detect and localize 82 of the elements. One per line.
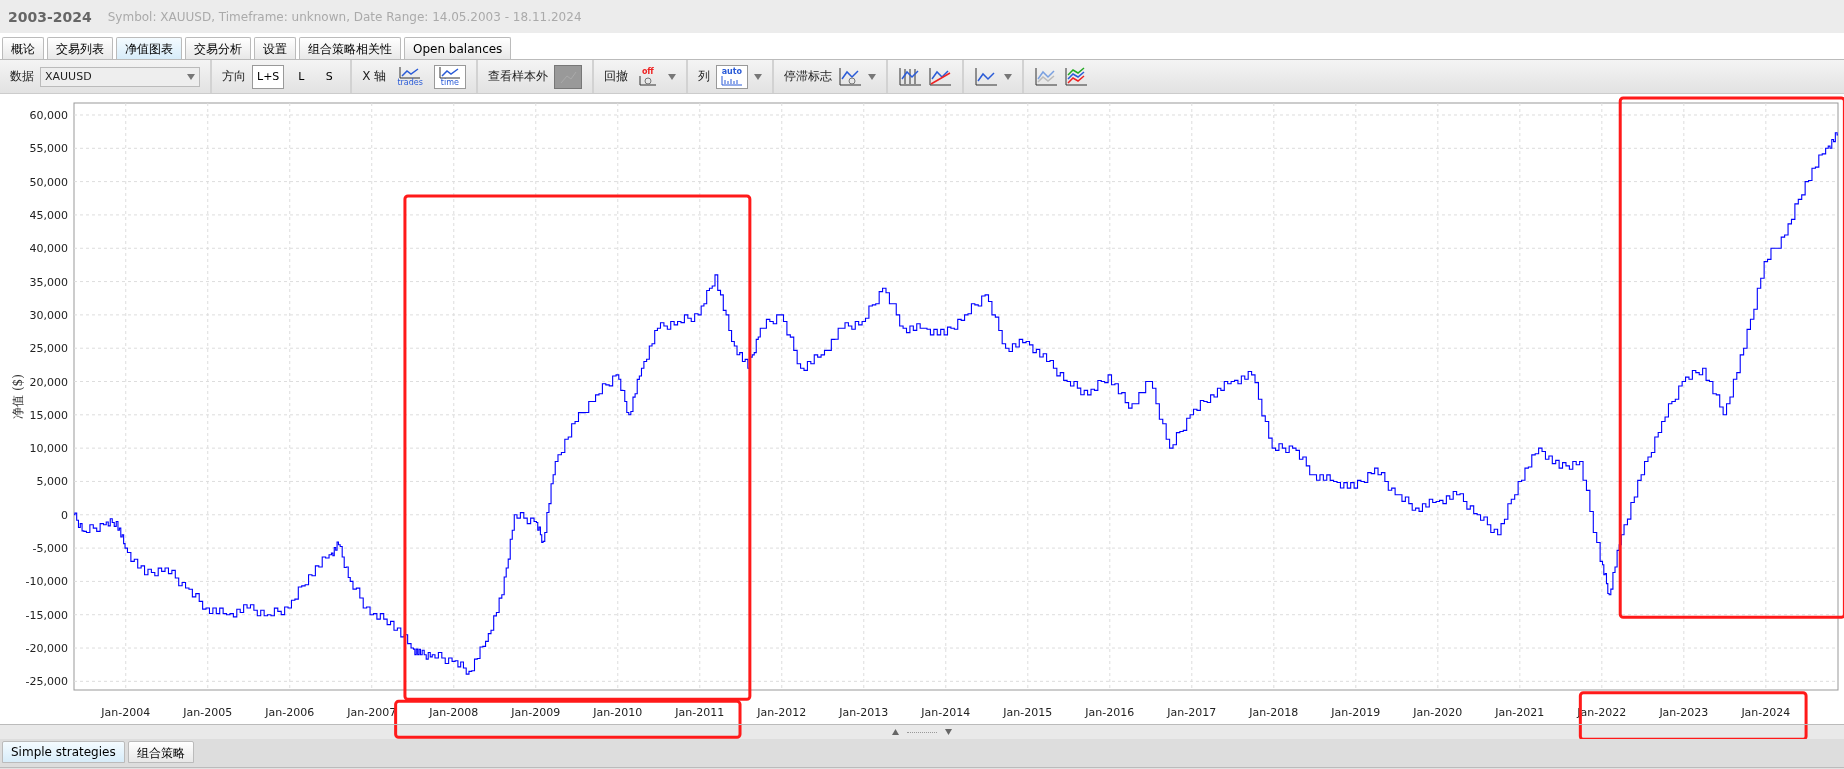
data-label: 数据 bbox=[10, 68, 34, 85]
y-tick-label: 25,000 bbox=[29, 342, 68, 356]
line-chart-icon[interactable] bbox=[837, 66, 862, 87]
window-subtitle: Symbol: XAUUSD, Timeframe: unknown, Date Range: 14.05.2003 - 18.11.2024 bbox=[107, 9, 582, 24]
bar-columns-icon bbox=[720, 76, 743, 86]
x-tick-label: Jan-2018 bbox=[1249, 706, 1299, 719]
tab[interactable]: 交易分析 bbox=[185, 37, 251, 59]
y-tick-label: 15,000 bbox=[29, 408, 68, 422]
line-chart-icon[interactable] bbox=[1033, 66, 1058, 87]
stagnation-label: 停滞标志 bbox=[783, 68, 832, 85]
tab[interactable]: 设置 bbox=[254, 37, 296, 59]
tab[interactable]: Simple strategies bbox=[2, 741, 125, 763]
line-chart-grid-icon[interactable] bbox=[897, 66, 922, 87]
x-tick-label: Jan-2005 bbox=[183, 706, 233, 719]
tab[interactable]: 组合策略 bbox=[127, 741, 194, 763]
chart-toggle[interactable] bbox=[553, 64, 582, 89]
y-tick-label: 0 bbox=[61, 508, 68, 522]
y-axis-label: 净值 ($) bbox=[11, 374, 25, 419]
tab[interactable]: Open balances bbox=[404, 37, 512, 59]
tab[interactable]: 交易列表 bbox=[47, 37, 113, 59]
line-chart-icon bbox=[438, 66, 461, 79]
dropdown-caret-icon[interactable] bbox=[667, 73, 676, 80]
tab[interactable]: 概论 bbox=[2, 37, 44, 59]
x-tick-label: Jan-2006 bbox=[265, 706, 315, 719]
x-tick-label: Jan-2009 bbox=[511, 706, 561, 719]
x-tick-label: Jan-2016 bbox=[1085, 706, 1135, 719]
y-tick-label: 45,000 bbox=[29, 208, 68, 222]
dropdown-caret-icon[interactable] bbox=[867, 73, 876, 80]
dropdown-caret-icon[interactable] bbox=[1003, 73, 1012, 80]
x-tick-label: Jan-2020 bbox=[1413, 706, 1463, 719]
x-tick-label: Jan-2008 bbox=[429, 706, 479, 719]
y-tick-label: -10,000 bbox=[25, 575, 68, 589]
y-tick-label: 50,000 bbox=[29, 175, 68, 189]
y-tick-label: -5,000 bbox=[32, 542, 68, 556]
direction-label: 方向 bbox=[222, 68, 246, 85]
line-chart-icon[interactable] bbox=[973, 66, 998, 87]
x-tick-label: Jan-2019 bbox=[1331, 706, 1381, 719]
x-axis-toggle[interactable]: time bbox=[433, 64, 466, 89]
x-tick-label: Jan-2004 bbox=[101, 706, 151, 719]
y-tick-label: 35,000 bbox=[29, 275, 68, 289]
data-select[interactable]: XAUUSD bbox=[40, 66, 200, 87]
y-tick-label: 20,000 bbox=[29, 375, 68, 389]
x-tick-label: Jan-2011 bbox=[675, 706, 725, 719]
x-tick-label: Jan-2017 bbox=[1167, 706, 1217, 719]
splitter-up-icon[interactable] bbox=[892, 729, 899, 735]
tab[interactable]: 组合策略相关性 bbox=[299, 37, 401, 59]
window-title: 2003-2024 bbox=[8, 8, 92, 25]
x-tick-label: Jan-2014 bbox=[921, 706, 971, 719]
out-of-sample-label: 查看样本外 bbox=[487, 68, 548, 85]
tab[interactable]: 净值图表 bbox=[116, 37, 182, 59]
y-tick-label: -15,000 bbox=[25, 608, 68, 622]
x-tick-label: Jan-2015 bbox=[1003, 706, 1053, 719]
y-tick-label: -25,000 bbox=[25, 675, 68, 689]
x-axis-toggle[interactable]: trades bbox=[392, 64, 428, 89]
x-tick-label: Jan-2012 bbox=[757, 706, 807, 719]
direction-toggle[interactable]: S bbox=[318, 64, 341, 89]
x-tick-label: Jan-2010 bbox=[593, 706, 643, 719]
drawdown-button[interactable]: off bbox=[633, 64, 662, 89]
y-tick-label: 30,000 bbox=[29, 308, 68, 322]
chart-circle-icon bbox=[638, 76, 657, 86]
direction-toggle[interactable]: L+S bbox=[252, 64, 285, 89]
y-tick-label: 60,000 bbox=[29, 109, 68, 122]
dropdown-caret-icon[interactable] bbox=[753, 73, 762, 80]
line-chart-trend-icon[interactable] bbox=[927, 66, 952, 87]
line-chart-icon bbox=[399, 66, 422, 79]
dropdown-caret-icon bbox=[187, 73, 195, 80]
y-tick-label: -20,000 bbox=[25, 642, 68, 655]
direction-toggle[interactable]: L bbox=[290, 64, 313, 89]
x-axis-label: X 轴 bbox=[362, 68, 387, 85]
splitter-down-icon[interactable] bbox=[945, 729, 952, 735]
drawdown-label: 回撤 bbox=[603, 68, 628, 85]
y-tick-label: 10,000 bbox=[29, 442, 68, 456]
x-tick-label: Jan-2013 bbox=[839, 706, 889, 719]
x-tick-label: Jan-2024 bbox=[1741, 706, 1791, 719]
x-tick-label: Jan-2023 bbox=[1659, 706, 1709, 719]
multi-line-chart-icon[interactable] bbox=[1063, 66, 1088, 87]
y-tick-label: 40,000 bbox=[29, 242, 68, 256]
columns-button[interactable]: auto bbox=[715, 64, 748, 89]
x-tick-label: Jan-2021 bbox=[1495, 706, 1545, 719]
columns-label: 列 bbox=[697, 68, 710, 85]
y-tick-label: 55,000 bbox=[29, 142, 68, 156]
y-tick-label: 5,000 bbox=[36, 475, 68, 489]
